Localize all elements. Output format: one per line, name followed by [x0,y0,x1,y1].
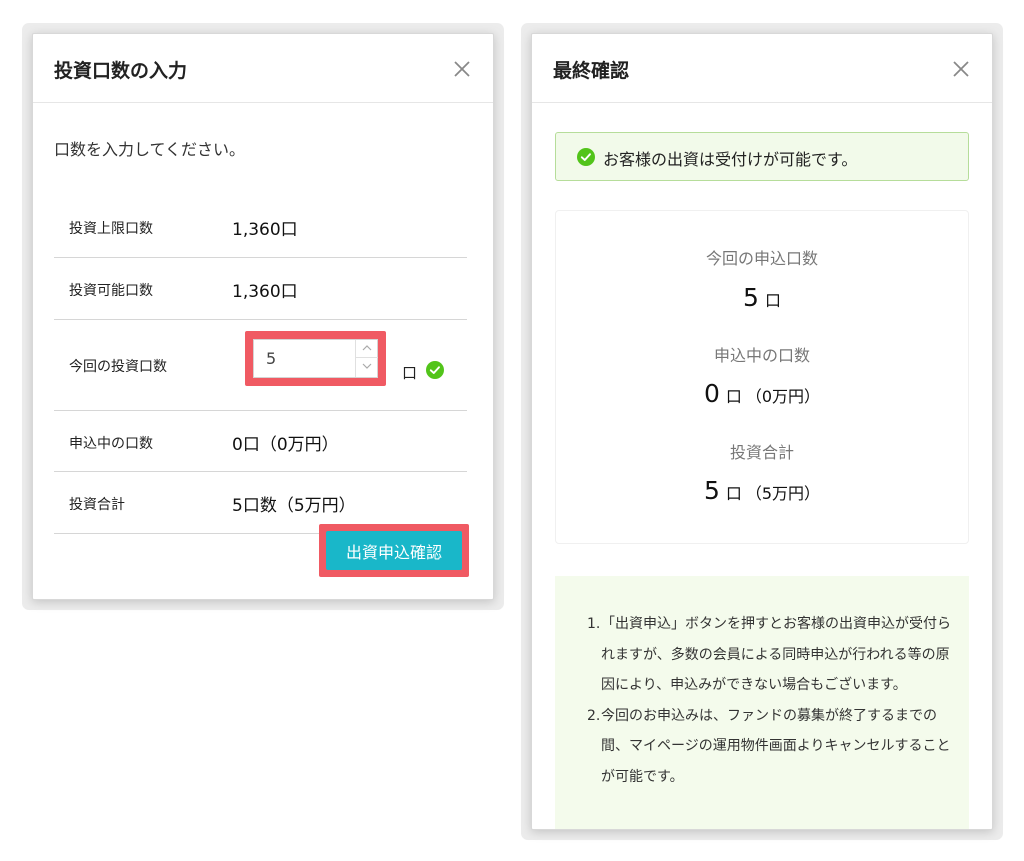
notes-box: 1. 「出資申込」ボタンを押すとお客様の出資申込が受付られますが、多数の会員によ… [555,576,969,829]
notes-list: 1. 「出資申込」ボタンを押すとお客様の出資申込が受付られますが、多数の会員によ… [587,609,957,792]
total-investment-value: 5 口（5万円） [556,476,968,505]
note-text: 今回のお申込みは、ファンドの募集が終了するまでの間、マイページの運用物件画面より… [601,707,951,785]
dialog-header: 最終確認 [532,34,992,103]
status-message: お客様の出資は受付けが可能です。 [603,150,858,169]
chevron-down-icon[interactable] [356,358,378,376]
available-units-value: 1,360口 [232,282,298,302]
confirm-application-button[interactable]: 出資申込確認 [326,531,462,570]
close-icon[interactable] [950,58,972,80]
input-highlight [245,331,386,386]
check-circle-icon [577,148,595,166]
chevron-up-icon[interactable] [356,340,378,358]
pending-units-number: 0 [703,379,720,408]
total-units-yen: （5万円） [745,484,821,503]
note-number: 2. [587,707,601,724]
current-units-unit: 口 [764,291,781,310]
status-banner: お客様の出資は受付けが可能です。 [555,132,969,181]
current-application-label: 今回の申込口数 [705,249,818,268]
total-investment-label: 投資合計 [729,443,794,462]
stepper-buttons [355,340,378,377]
close-icon[interactable] [451,58,473,80]
check-circle-icon [426,361,444,379]
unit-input-dialog: 投資口数の入力 口数を入力してください。 投資上限口数 1,360口 投資可能口… [32,33,494,600]
current-application-value: 5口 [556,283,968,312]
pending-units-value: 0口（0万円） [556,379,968,408]
pending-units-unit: 口 [725,387,742,406]
row-available-units: 投資可能口数 1,360口 [54,258,467,320]
max-units-value: 1,360口 [232,220,298,240]
total-units-unit: 口 [725,484,742,503]
quantity-stepper[interactable] [253,339,378,378]
note-number: 1. [587,616,601,632]
pending-units-label: 申込中の口数 [69,436,153,452]
summary-card: 今回の申込口数 5口 申込中の口数 0 口（0万円） 投資合計 5 口（5万円） [555,210,969,544]
dialog-header: 投資口数の入力 [33,34,493,103]
note-item: 1. 「出資申込」ボタンを押すとお客様の出資申込が受付られますが、多数の会員によ… [587,609,957,701]
units-input[interactable] [254,340,354,377]
note-item: 2. 今回のお申込みは、ファンドの募集が終了するまでの間、マイページの運用物件画… [587,701,957,793]
dialog-title: 投資口数の入力 [54,60,188,82]
current-units-number: 5 [743,283,759,312]
pending-units-yen: （0万円） [745,387,821,406]
max-units-label: 投資上限口数 [69,221,153,237]
current-units-label: 今回の投資口数 [69,359,167,375]
total-value: 5口数（5万円） [232,496,356,516]
final-confirmation-dialog: 最終確認 お客様の出資は受付けが可能です。 今回の申込口数 5口 申込中の口数 … [531,33,993,830]
pending-units-value: 0口（0万円） [232,435,339,455]
unit-form-table: 投資上限口数 1,360口 投資可能口数 1,360口 今回の投資口数 5 口 … [54,196,467,534]
instruction-text: 口数を入力してください。 [54,140,246,159]
row-max-units: 投資上限口数 1,360口 [54,196,467,258]
dialog-title: 最終確認 [553,60,630,82]
units-suffix: 口 [402,364,418,382]
total-units-number: 5 [703,476,720,505]
total-label: 投資合計 [69,497,125,513]
row-current-units: 今回の投資口数 口 [54,320,467,411]
row-pending-units: 申込中の口数 0口（0万円） [54,411,467,472]
note-text: 「出資申込」ボタンを押すとお客様の出資申込が受付られますが、多数の会員による同時… [601,616,951,693]
confirm-button-highlight: 出資申込確認 [319,524,469,577]
pending-units-label: 申込中の口数 [713,346,810,365]
available-units-label: 投資可能口数 [69,283,153,299]
